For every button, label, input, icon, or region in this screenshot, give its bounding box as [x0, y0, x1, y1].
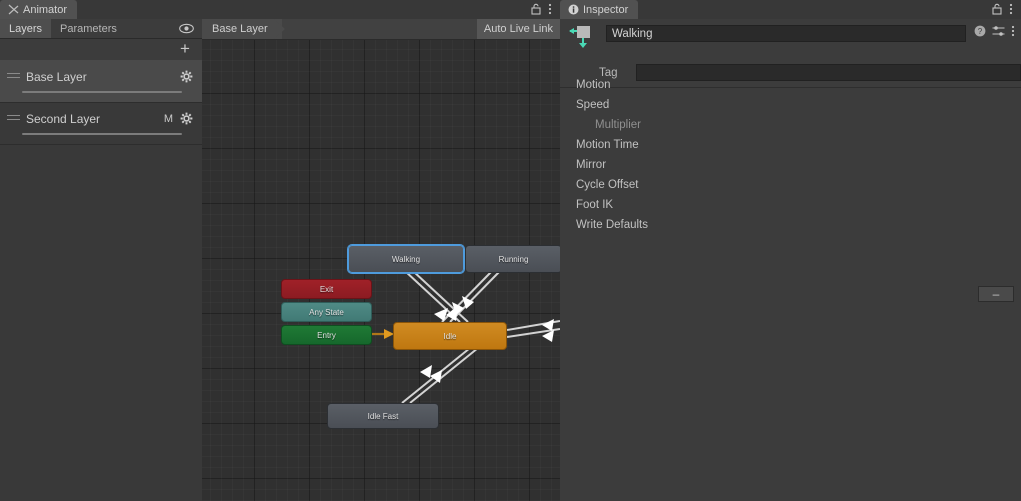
- property-row-speed: Speed: [560, 96, 1021, 116]
- property-label: Speed: [576, 99, 610, 111]
- inspector-tabstrip: Inspector: [560, 0, 1021, 19]
- tab-inspector[interactable]: Inspector: [560, 0, 639, 19]
- state-node-walking[interactable]: Walking: [348, 245, 464, 273]
- state-node-running[interactable]: Running: [465, 245, 560, 273]
- layer-weight-bar[interactable]: [22, 133, 182, 135]
- lock-icon[interactable]: [531, 3, 541, 15]
- state-node-label: Any State: [309, 307, 344, 317]
- remove-transition-label: –: [992, 287, 1000, 301]
- layer-row-second-layer[interactable]: Second Layer M: [0, 102, 202, 145]
- eye-icon[interactable]: [179, 23, 194, 34]
- layer-name: Base Layer: [26, 70, 87, 84]
- property-row-write-defaults: Write Defaults: [560, 216, 1021, 236]
- subtab-layers[interactable]: Layers: [0, 19, 52, 38]
- subtab-parameters-label: Parameters: [60, 22, 117, 35]
- unity-editor-window: Animator Layers Parameters + Base Layer: [0, 0, 1021, 501]
- state-machine-canvas[interactable]: Walking Running Exit Any State Entry Idl…: [202, 40, 560, 501]
- property-row-foot-ik: Foot IK: [560, 196, 1021, 216]
- help-icon[interactable]: ?: [974, 25, 986, 37]
- kebab-menu-icon[interactable]: [1009, 3, 1013, 15]
- add-layer-button[interactable]: +: [177, 40, 193, 57]
- property-label: Cycle Offset: [576, 179, 639, 191]
- kebab-menu-icon[interactable]: [1011, 25, 1015, 37]
- state-node-exit[interactable]: Exit: [281, 279, 372, 299]
- layer-row-base-layer[interactable]: Base Layer: [0, 60, 202, 103]
- animator-icon: [8, 4, 19, 15]
- layer-weight-bar[interactable]: [22, 91, 182, 93]
- drag-handle-icon[interactable]: [7, 73, 20, 79]
- layer-mask-indicator: M: [163, 113, 173, 125]
- breadcrumb-label: Base Layer: [212, 23, 268, 35]
- inspector-panel: Inspector Walking ? Tag Motion Speed Mul…: [560, 0, 1021, 501]
- property-row-cycle-offset: Cycle Offset: [560, 176, 1021, 196]
- layer-name: Second Layer: [26, 112, 101, 126]
- gear-icon[interactable]: [180, 112, 193, 125]
- state-name-value: Walking: [612, 28, 653, 40]
- state-node-idle-fast[interactable]: Idle Fast: [327, 403, 439, 429]
- property-label: Write Defaults: [576, 219, 649, 231]
- tab-inspector-label: Inspector: [583, 3, 629, 16]
- kebab-menu-icon[interactable]: [548, 3, 552, 15]
- state-node-entry[interactable]: Entry: [281, 325, 372, 345]
- lock-icon[interactable]: [992, 3, 1002, 15]
- tab-animator[interactable]: Animator: [0, 0, 78, 19]
- property-label: Multiplier: [595, 119, 642, 131]
- auto-live-link-label: Auto Live Link: [483, 23, 553, 35]
- remove-transition-button[interactable]: –: [978, 286, 1014, 302]
- breadcrumb-base-layer[interactable]: Base Layer: [202, 19, 282, 39]
- state-node-any-state[interactable]: Any State: [281, 302, 372, 322]
- svg-text:?: ?: [978, 27, 983, 36]
- state-name-input[interactable]: Walking: [606, 25, 966, 42]
- breadcrumb-chevron-icon: [274, 19, 285, 39]
- graph-breadcrumb-bar: Base Layer Auto Live Link: [202, 19, 560, 40]
- property-label: Mirror: [576, 159, 607, 171]
- animator-subtab-bar: Layers Parameters: [0, 19, 202, 39]
- state-node-label: Exit: [319, 284, 334, 294]
- property-label: Foot IK: [576, 199, 614, 211]
- tab-animator-label: Animator: [23, 3, 68, 16]
- property-row-motion-time: Motion Time: [560, 136, 1021, 156]
- animator-panel: Animator Layers Parameters + Base Layer: [0, 0, 202, 501]
- state-node-idle[interactable]: Idle: [393, 322, 507, 350]
- layers-add-bar: +: [0, 39, 202, 61]
- preset-icon[interactable]: [992, 25, 1005, 37]
- gear-icon[interactable]: [180, 70, 193, 83]
- state-node-label: Walking: [391, 254, 421, 264]
- property-label: Motion Time: [576, 139, 639, 151]
- graph-topbar: [202, 0, 560, 19]
- state-node-label: Running: [498, 254, 529, 264]
- animator-tabstrip: Animator: [0, 0, 202, 19]
- property-row-motion: Motion: [560, 76, 1021, 96]
- state-node-label: Entry: [317, 330, 336, 340]
- property-row-multiplier: Multiplier: [560, 116, 1021, 136]
- drag-handle-icon[interactable]: [7, 115, 20, 121]
- info-icon: [568, 4, 579, 15]
- state-node-label: Idle Fast: [367, 411, 399, 421]
- animator-state-icon: [569, 26, 590, 48]
- auto-live-link-button[interactable]: Auto Live Link: [476, 19, 560, 39]
- animator-graph-panel: Base Layer Auto Live Link Walking Runnin…: [202, 0, 560, 501]
- property-label: Motion: [576, 79, 611, 91]
- subtab-parameters[interactable]: Parameters: [51, 19, 126, 38]
- state-node-label: Idle: [443, 331, 457, 341]
- subtab-layers-label: Layers: [9, 22, 43, 35]
- property-row-mirror: Mirror: [560, 156, 1021, 176]
